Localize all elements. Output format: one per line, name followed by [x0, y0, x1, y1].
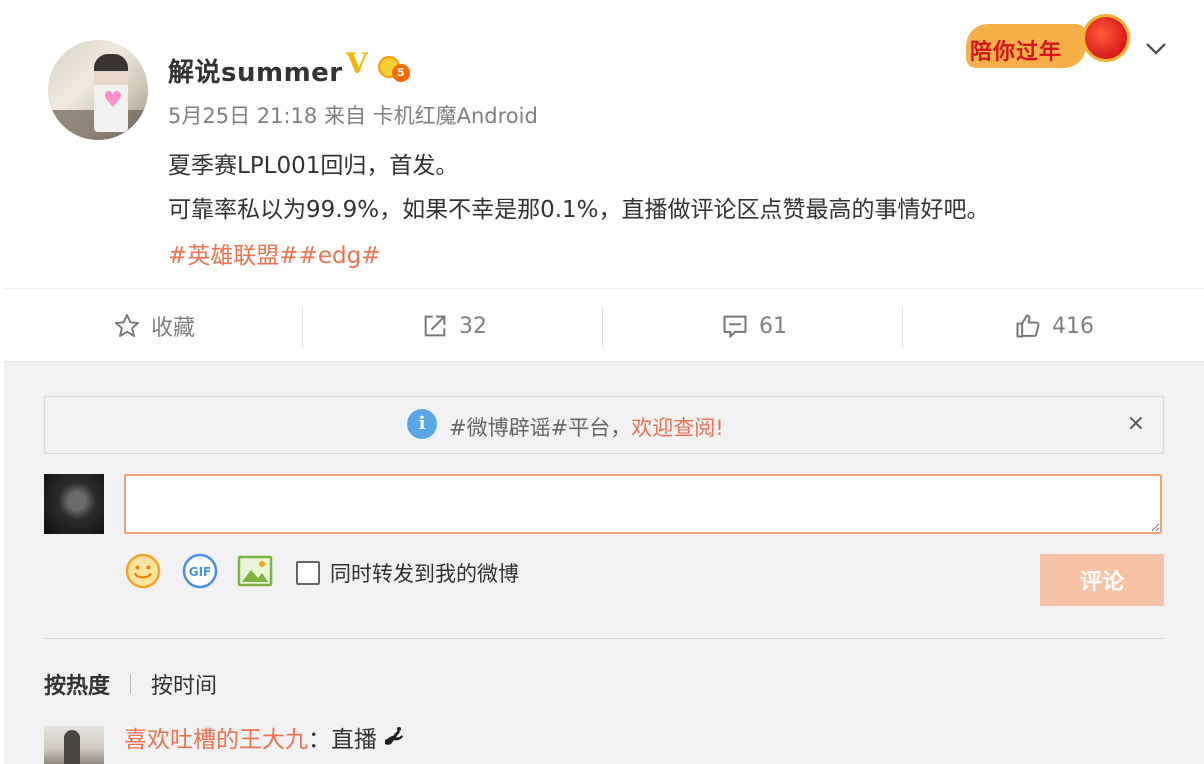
notice-link[interactable]: 欢迎查阅!: [631, 416, 723, 440]
verified-icon[interactable]: V: [346, 50, 368, 78]
smiley-icon[interactable]: [124, 552, 162, 590]
level-number: 5: [392, 64, 410, 82]
like-count: 416: [1052, 313, 1094, 339]
repost-count: 32: [459, 313, 487, 339]
post-meta[interactable]: 5月25日 21:18 来自 卡机红魔Android: [168, 100, 538, 130]
favorite-label: 收藏: [150, 316, 195, 341]
post-hashtags[interactable]: #英雄联盟##edg#: [168, 236, 380, 270]
svg-text:GIF: GIF: [189, 565, 212, 579]
like-button[interactable]: 416: [904, 289, 1204, 363]
action-bar: 收藏 32 61 416: [4, 288, 1204, 362]
submit-comment-button[interactable]: 评论: [1040, 554, 1164, 606]
comment-text: 直播: [331, 727, 377, 753]
post-text-line-1: 夏季赛LPL001回归，首发。: [168, 153, 459, 179]
level-badge-icon[interactable]: 5: [378, 56, 412, 82]
lantern-icon: [1082, 14, 1130, 62]
avatar-figure: [64, 730, 80, 764]
author-avatar[interactable]: ♥: [48, 40, 148, 140]
favorite-button[interactable]: 收藏: [4, 289, 304, 363]
festival-label: 陪你过年: [970, 40, 1063, 65]
notice-text[interactable]: #微博辟谣#平台，欢迎查阅!: [449, 412, 724, 442]
sticker-icon: [385, 727, 403, 745]
sort-by-time[interactable]: 按时间: [151, 668, 217, 700]
section-divider: [44, 638, 1164, 639]
comment-sort: 按热度 按时间: [44, 668, 217, 700]
divider: [602, 307, 603, 347]
repost-checkbox[interactable]: 同时转发到我的微博: [296, 558, 519, 588]
post-text-line-2: 可靠率私以为99.9%，如果不幸是那0.1%，直播做评论区点赞最高的事情好吧。: [168, 197, 990, 223]
commenter-avatar[interactable]: [44, 726, 104, 764]
author-name[interactable]: 解说summer: [168, 52, 343, 89]
heart-icon: ♥: [103, 88, 123, 113]
repost-label: 同时转发到我的微博: [330, 562, 519, 586]
rumor-notice-banner: i #微博辟谣#平台，欢迎查阅! ×: [44, 396, 1164, 454]
share-arrow-icon: [424, 315, 446, 337]
notice-main-text: #微博辟谣#平台，: [449, 416, 632, 440]
commenter-name[interactable]: 喜欢吐槽的王大九: [124, 720, 308, 754]
image-icon[interactable]: [236, 552, 274, 590]
checkbox-box[interactable]: [296, 561, 320, 585]
comment-count: 61: [759, 313, 787, 339]
divider: [902, 307, 903, 347]
comment-bubble-icon: [723, 315, 747, 338]
comment-input[interactable]: [124, 474, 1162, 534]
comment-item: 喜欢吐槽的王大九 ： 直播: [124, 720, 407, 754]
close-icon[interactable]: ×: [1127, 413, 1145, 435]
comment-button[interactable]: 61: [604, 289, 904, 363]
thumbs-up-icon: [1016, 314, 1040, 338]
repost-button[interactable]: 32: [304, 289, 604, 363]
current-user-avatar[interactable]: [44, 474, 104, 534]
weibo-post: ♥ 解说summer V 5 5月25日 21:18 来自 卡机红魔Androi…: [4, 0, 1204, 290]
chevron-down-icon[interactable]: [1144, 36, 1168, 60]
divider: [302, 307, 303, 347]
comment-separator: ：: [308, 727, 331, 753]
festival-badge: 陪你过年: [964, 6, 1136, 70]
sort-by-hot[interactable]: 按热度: [44, 668, 110, 700]
gif-icon[interactable]: GIF: [181, 552, 219, 590]
star-icon: [114, 313, 140, 337]
info-icon: i: [407, 409, 437, 439]
comment-section: i #微博辟谣#平台，欢迎查阅! × GIF 同时转发到我的微博 评论 按热度 …: [4, 362, 1204, 764]
sort-divider: [130, 674, 132, 694]
